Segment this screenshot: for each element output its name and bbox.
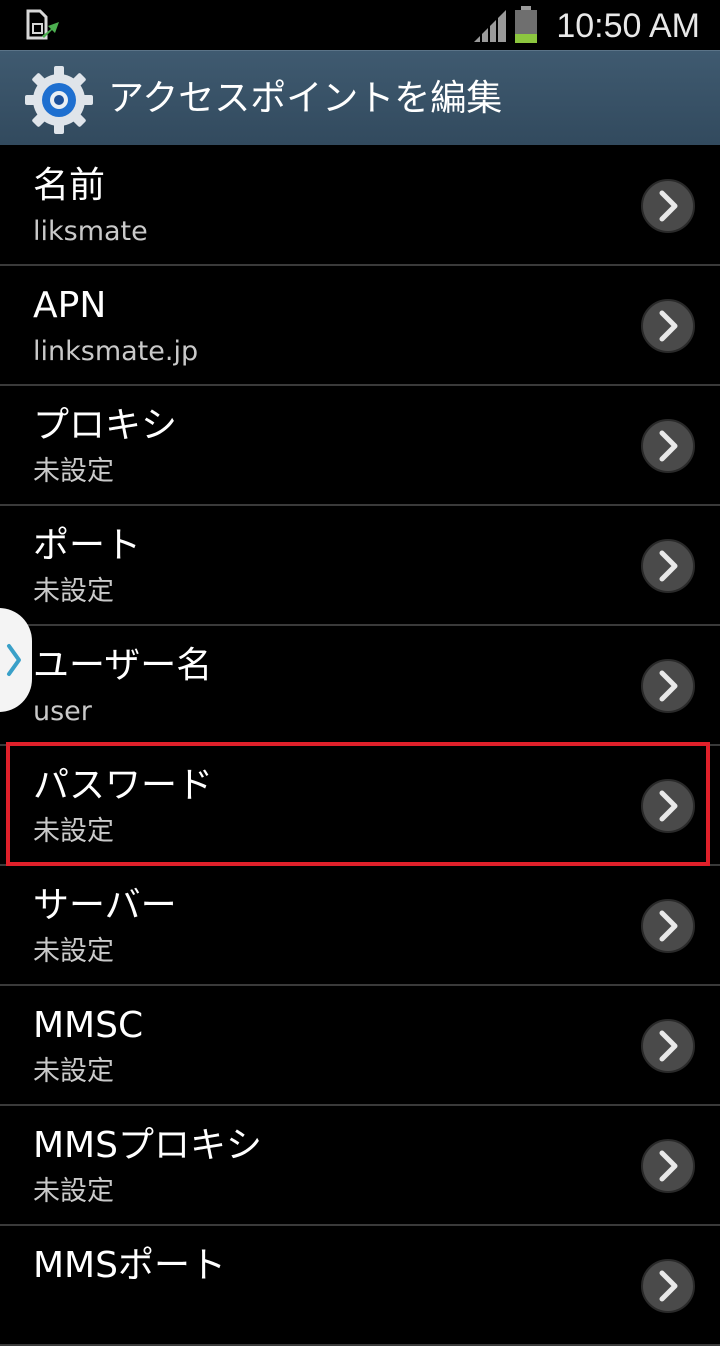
- chevron-right-icon: [641, 539, 695, 593]
- setting-row-name[interactable]: 名前 liksmate: [0, 146, 720, 266]
- setting-label: MMSポート: [33, 1245, 226, 1286]
- chevron-right-icon: [641, 899, 695, 953]
- chevron-right-icon: [7, 644, 21, 676]
- setting-label: サーバー: [33, 885, 177, 926]
- settings-list: 名前 liksmate APN linksmate.jp プロキシ 未設定 ポー…: [0, 146, 720, 1346]
- status-bar: 10:50 AM: [0, 0, 720, 50]
- setting-value: 未設定: [33, 936, 114, 967]
- setting-value: user: [33, 696, 92, 727]
- setting-label: 名前: [33, 165, 106, 206]
- setting-row-port[interactable]: ポート 未設定: [0, 506, 720, 626]
- status-time: 10:50 AM: [556, 7, 700, 45]
- chevron-right-icon: [641, 419, 695, 473]
- setting-label: ポート: [33, 525, 142, 566]
- setting-value: liksmate: [33, 216, 148, 247]
- setting-value: 未設定: [33, 1056, 114, 1087]
- setting-label: MMSプロキシ: [33, 1125, 262, 1166]
- chevron-right-icon: [641, 1019, 695, 1073]
- setting-value: 未設定: [33, 576, 114, 607]
- setting-value: 未設定: [33, 456, 114, 487]
- setting-value: 未設定: [33, 1176, 114, 1207]
- setting-row-proxy[interactable]: プロキシ 未設定: [0, 386, 720, 506]
- sim-sync-icon: [26, 9, 59, 40]
- signal-icon: [474, 10, 506, 42]
- setting-row-password[interactable]: パスワード 未設定: [0, 746, 720, 866]
- chevron-right-icon: [641, 1139, 695, 1193]
- setting-row-server[interactable]: サーバー 未設定: [0, 866, 720, 986]
- setting-value: linksmate.jp: [33, 336, 199, 367]
- chevron-right-icon: [641, 1259, 695, 1313]
- chevron-right-icon: [641, 659, 695, 713]
- battery-icon: [515, 6, 537, 43]
- setting-label: MMSC: [33, 1005, 144, 1046]
- chevron-right-icon: [641, 779, 695, 833]
- setting-row-mms-proxy[interactable]: MMSプロキシ 未設定: [0, 1106, 720, 1226]
- setting-label: パスワード: [33, 765, 214, 806]
- setting-row-apn[interactable]: APN linksmate.jp: [0, 266, 720, 386]
- page-title: アクセスポイントを編集: [108, 78, 503, 119]
- chevron-right-icon: [641, 299, 695, 353]
- settings-gear-icon[interactable]: [24, 65, 94, 135]
- chevron-right-icon: [641, 179, 695, 233]
- setting-label: プロキシ: [33, 405, 178, 446]
- setting-row-mms-port[interactable]: MMSポート: [0, 1226, 720, 1346]
- setting-label: ユーザー名: [33, 645, 213, 686]
- setting-value: 未設定: [33, 816, 114, 847]
- action-bar: アクセスポイントを編集: [0, 50, 720, 145]
- setting-label: APN: [33, 285, 107, 326]
- setting-row-username[interactable]: ユーザー名 user: [0, 626, 720, 746]
- setting-row-mmsc[interactable]: MMSC 未設定: [0, 986, 720, 1106]
